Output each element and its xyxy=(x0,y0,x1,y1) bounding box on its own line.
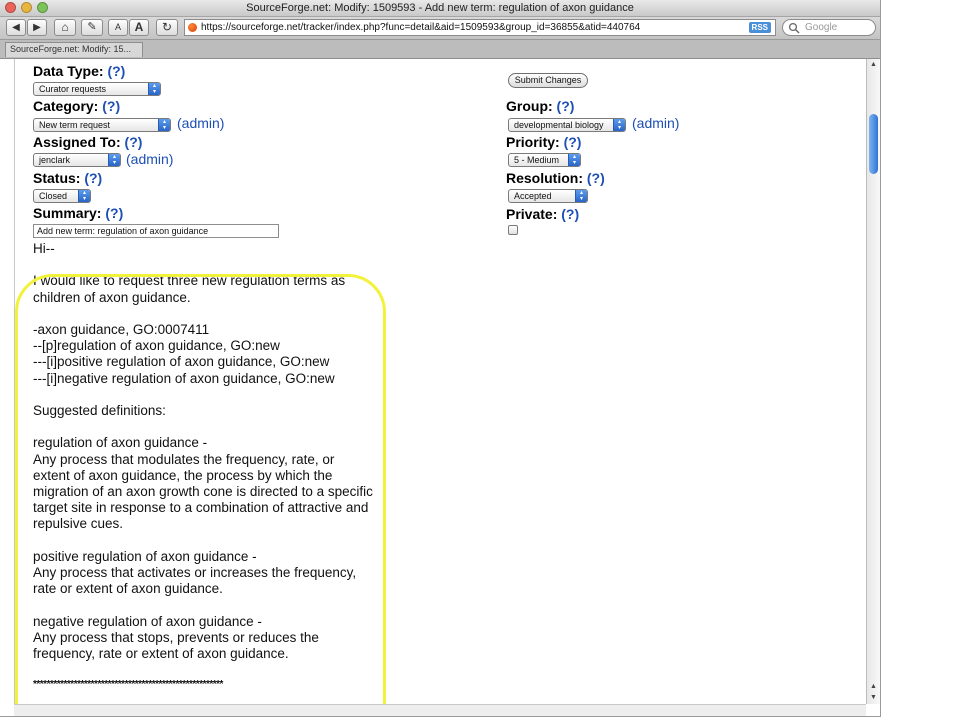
category-value: New term request xyxy=(39,120,111,130)
forward-button[interactable]: ▶ xyxy=(27,19,47,36)
edit-button[interactable]: ✎ xyxy=(81,19,103,36)
select-arrows-icon: ▴ ▾ xyxy=(568,154,580,166)
scroll-down-arrow-icon[interactable]: ▼ xyxy=(867,692,880,703)
window-title: SourceForge.net: Modify: 1509593 - Add n… xyxy=(246,2,634,14)
resolution-select[interactable]: Accepted ▴ ▾ xyxy=(508,189,588,203)
resolution-label: Resolution: (?) xyxy=(506,170,605,186)
text-large-icon: A xyxy=(134,20,144,34)
forward-arrow-icon: ▶ xyxy=(33,22,41,33)
rss-icon[interactable]: RSS xyxy=(748,22,771,33)
status-label: Status: (?) xyxy=(33,170,103,186)
select-arrows-icon: ▴ ▾ xyxy=(575,190,587,202)
priority-label: Priority: (?) xyxy=(506,134,582,150)
assigned-to-admin-link[interactable]: (admin) xyxy=(126,151,173,167)
assigned-to-value: jenclark xyxy=(39,155,71,165)
back-arrow-icon: ◀ xyxy=(12,22,20,33)
select-arrows-icon: ▴ ▾ xyxy=(613,119,625,131)
text-small-icon: A xyxy=(114,22,121,32)
summary-help-link[interactable]: (?) xyxy=(105,205,123,221)
tab-bar: SourceForge.net: Modify: 15... xyxy=(0,40,880,59)
scroll-up-arrow-icon[interactable]: ▲ xyxy=(867,59,880,70)
category-help-link[interactable]: (?) xyxy=(102,98,120,114)
resolution-value: Accepted xyxy=(514,191,552,201)
browser-toolbar: ◀ ▶ ⌂ ✎ A A ↻ https://sourceforge.net/tr… xyxy=(0,17,880,40)
private-label: Private: (?) xyxy=(506,206,580,222)
select-arrows-icon: ▴ ▾ xyxy=(158,119,170,131)
home-button[interactable]: ⌂ xyxy=(54,19,76,36)
priority-select[interactable]: 5 - Medium ▴ ▾ xyxy=(508,153,581,167)
browser-window: SourceForge.net: Modify: 1509593 - Add n… xyxy=(0,0,881,717)
select-arrows-icon: ▴ ▾ xyxy=(108,154,120,166)
category-select[interactable]: New term request ▴ ▾ xyxy=(33,118,171,132)
group-admin-link[interactable]: (admin) xyxy=(632,115,679,131)
status-help-link[interactable]: (?) xyxy=(84,170,102,186)
select-arrows-icon: ▴ ▾ xyxy=(148,83,160,95)
separator-stars: ****************************************… xyxy=(33,679,223,690)
status-select[interactable]: Closed ▴ ▾ xyxy=(33,189,91,203)
search-icon xyxy=(788,22,800,34)
group-help-link[interactable]: (?) xyxy=(557,98,575,114)
text-bigger-button[interactable]: A xyxy=(129,19,149,36)
status-value: Closed xyxy=(39,191,68,201)
vertical-scrollbar[interactable]: ▲ ▲ ▼ xyxy=(866,59,880,704)
data-type-select[interactable]: Curator requests ▴ ▾ xyxy=(33,82,161,96)
category-label: Category: (?) xyxy=(33,98,121,114)
data-type-value: Curator requests xyxy=(39,84,107,94)
home-icon: ⌂ xyxy=(61,20,69,34)
priority-help-link[interactable]: (?) xyxy=(564,134,582,150)
data-type-help-link[interactable]: (?) xyxy=(107,63,125,79)
assigned-to-select[interactable]: jenclark ▴ ▾ xyxy=(33,153,121,167)
horizontal-scrollbar[interactable] xyxy=(14,704,866,716)
resolution-help-link[interactable]: (?) xyxy=(587,170,605,186)
text-smaller-button[interactable]: A xyxy=(108,19,128,36)
scroll-up-small-arrow-icon[interactable]: ▲ xyxy=(867,681,880,692)
assigned-to-help-link[interactable]: (?) xyxy=(125,134,143,150)
reload-icon: ↻ xyxy=(161,20,173,34)
page-content: Data Type: (?) Curator requests ▴ ▾ Catego… xyxy=(14,59,867,704)
group-label: Group: (?) xyxy=(506,98,575,114)
data-type-label: Data Type: (?) xyxy=(33,63,126,79)
search-field[interactable]: Google xyxy=(782,19,876,36)
group-select[interactable]: developmental biology ▴ ▾ xyxy=(508,118,626,132)
address-text: https://sourceforge.net/tracker/index.ph… xyxy=(201,22,641,33)
group-value: developmental biology xyxy=(514,120,604,130)
search-placeholder: Google xyxy=(805,22,838,33)
summary-input[interactable]: Add new term: regulation of axon guidanc… xyxy=(33,224,279,238)
submit-changes-button[interactable]: Submit Changes xyxy=(508,73,588,88)
summary-label: Summary: (?) xyxy=(33,205,124,221)
site-favicon-icon xyxy=(188,23,197,32)
tab-sourceforge-modify[interactable]: SourceForge.net: Modify: 15... xyxy=(5,42,143,57)
details-text: Hi-- I would like to request three new r… xyxy=(33,241,373,662)
select-arrows-icon: ▴ ▾ xyxy=(78,190,90,202)
category-admin-link[interactable]: (admin) xyxy=(177,115,224,131)
back-button[interactable]: ◀ xyxy=(6,19,26,36)
reload-button[interactable]: ↻ xyxy=(156,19,178,36)
pencil-icon: ✎ xyxy=(87,21,97,33)
title-bar: SourceForge.net: Modify: 1509593 - Add n… xyxy=(0,0,880,17)
assigned-to-label: Assigned To: (?) xyxy=(33,134,143,150)
private-checkbox[interactable] xyxy=(508,225,518,235)
private-help-link[interactable]: (?) xyxy=(561,206,579,222)
priority-value: 5 - Medium xyxy=(514,155,560,165)
scrollbar-thumb[interactable] xyxy=(869,114,878,174)
address-bar[interactable]: https://sourceforge.net/tracker/index.ph… xyxy=(184,19,776,36)
